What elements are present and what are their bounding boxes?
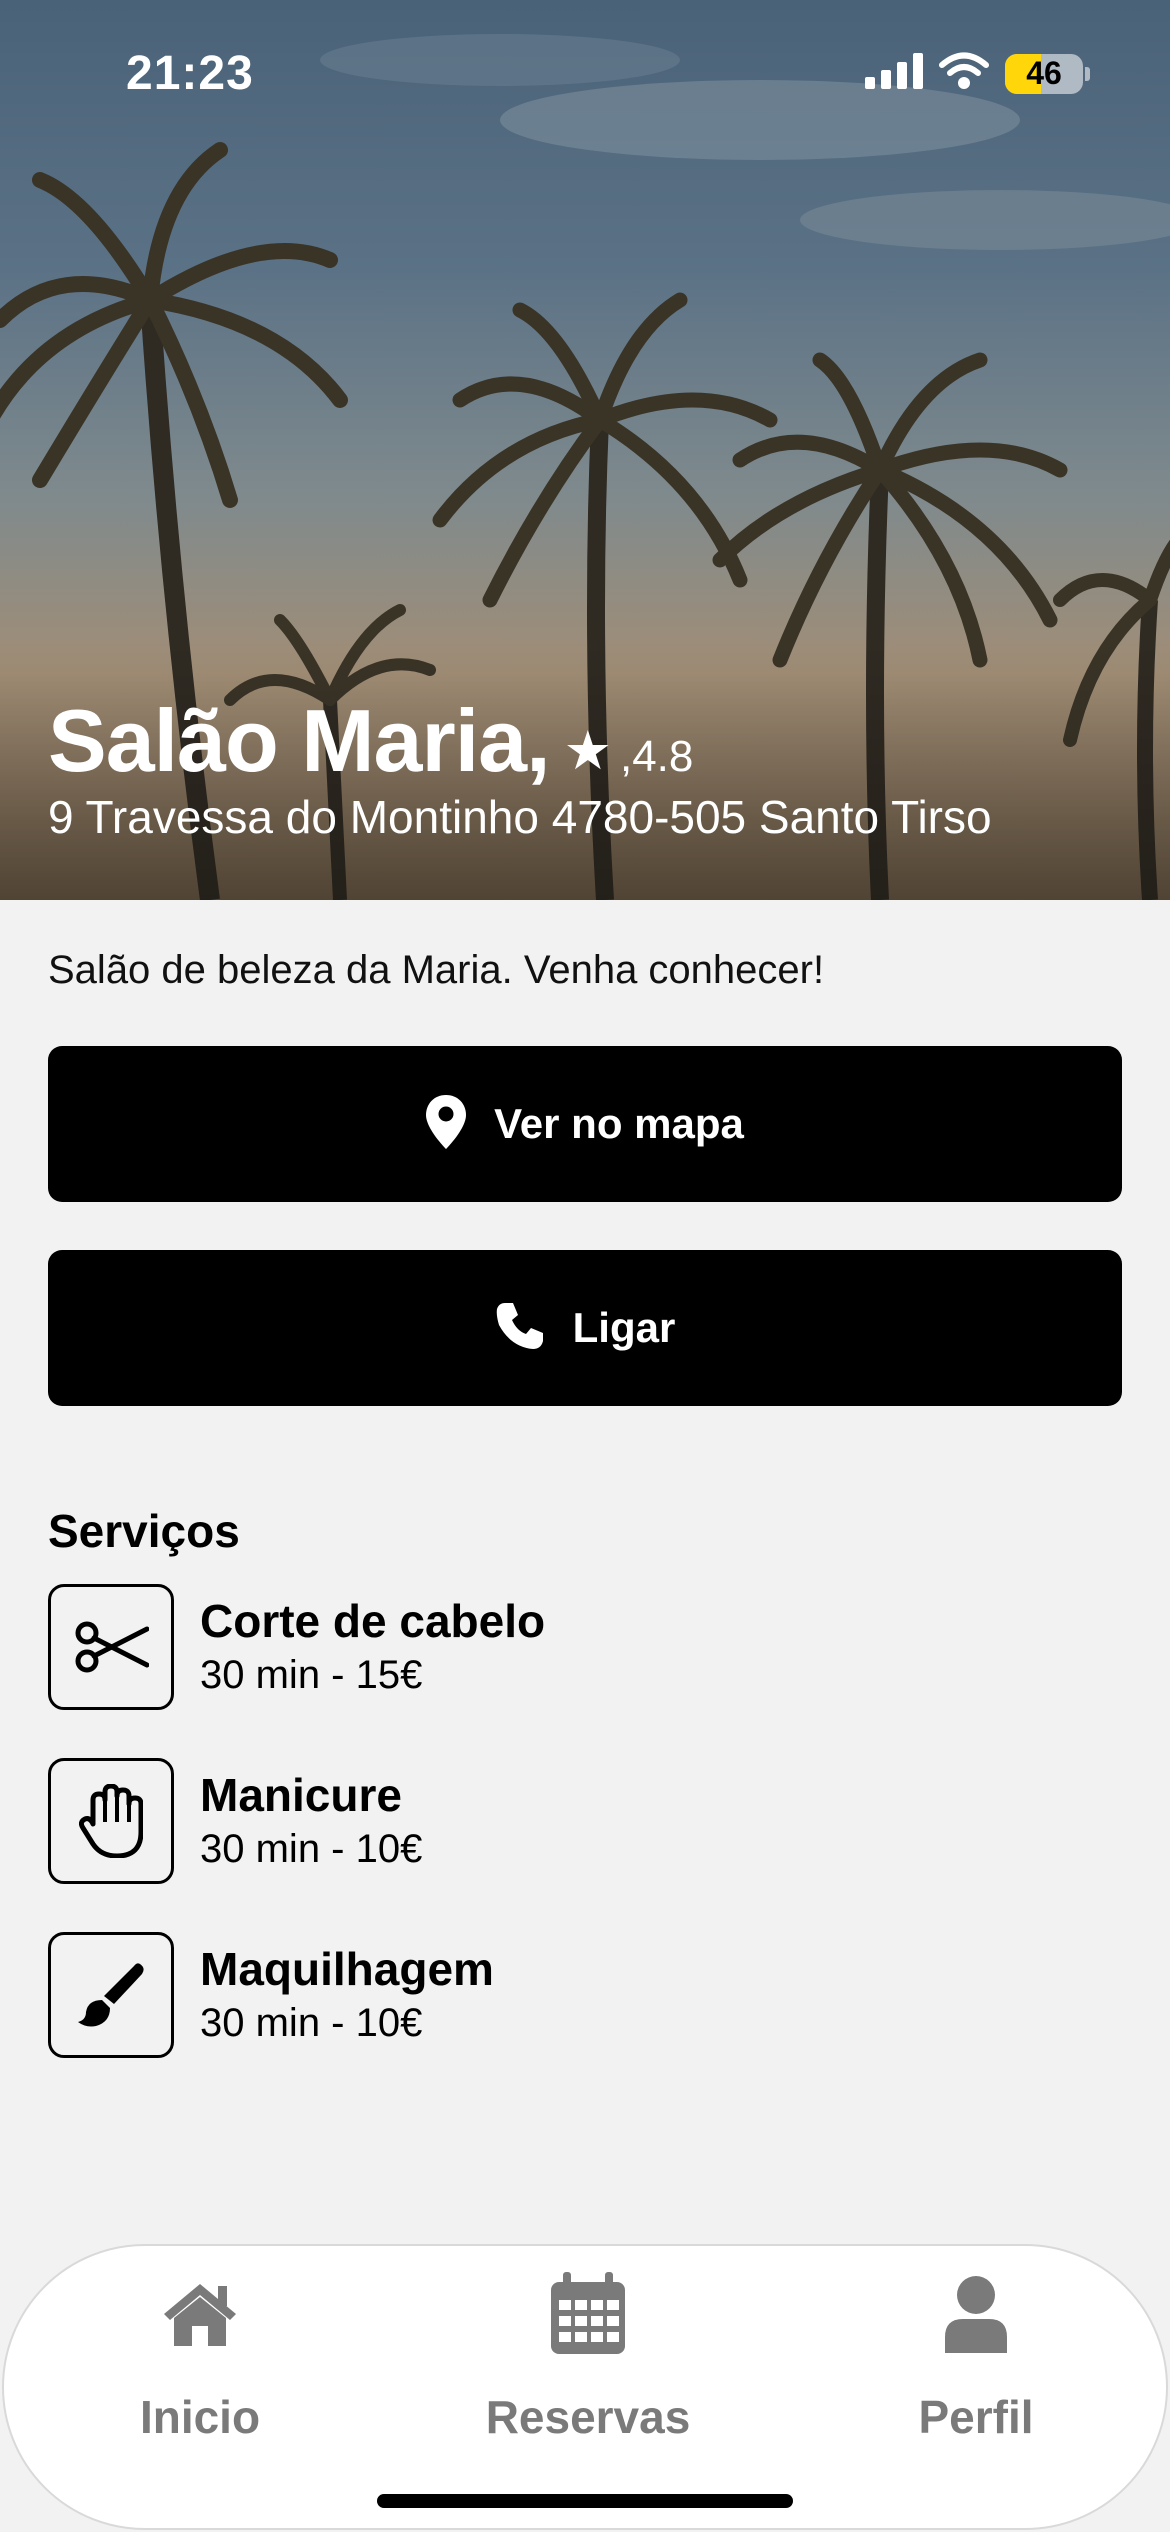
service-item[interactable]: Maquilhagem 30 min - 10€ — [48, 1932, 1122, 2058]
home-icon — [160, 2266, 240, 2362]
services-title: Serviços — [48, 1505, 240, 1557]
wifi-icon — [939, 52, 989, 95]
calendar-icon — [549, 2266, 627, 2362]
tab-profile-label: Perfil — [918, 2391, 1034, 2443]
service-name: Corte de cabelo — [200, 1595, 546, 1647]
tab-bookings-label: Reservas — [485, 2391, 691, 2443]
status-time: 21:23 — [126, 47, 254, 100]
star-icon: ★ — [563, 721, 612, 781]
salon-description: Salão de beleza da Maria. Venha conhecer… — [48, 948, 825, 992]
status-icons: 46 — [865, 52, 1090, 95]
tab-bookings[interactable]: Reservas — [438, 2266, 738, 2444]
service-item[interactable]: Corte de cabelo 30 min - 15€ — [48, 1584, 1122, 1710]
scissors-icon — [48, 1584, 174, 1710]
service-meta: 30 min - 10€ — [200, 1827, 423, 1871]
salon-detail-screen: 21:23 46 Salão Maria, ★ ,4.8 9 Travessa … — [0, 0, 1170, 2532]
service-meta: 30 min - 10€ — [200, 2001, 423, 2045]
tab-home[interactable]: Inicio — [50, 2266, 350, 2444]
service-text: Manicure 30 min - 10€ — [200, 1767, 422, 1875]
service-name: Maquilhagem — [200, 1943, 494, 1995]
battery-level: 46 — [1026, 55, 1062, 91]
salon-name: Salão Maria, — [48, 691, 551, 790]
tab-profile[interactable]: Perfil — [826, 2266, 1126, 2444]
battery-cap — [1085, 66, 1090, 81]
bottom-tab-bar: Inicio Reservas Perfil — [2, 2244, 1168, 2530]
brush-icon — [48, 1932, 174, 2058]
service-meta: 30 min - 15€ — [200, 1653, 423, 1697]
home-indicator[interactable] — [377, 2494, 793, 2508]
service-text: Maquilhagem 30 min - 10€ — [200, 1941, 494, 2049]
view-on-map-label: Ver no mapa — [494, 1100, 744, 1147]
call-label: Ligar — [572, 1304, 676, 1351]
status-bar: 21:23 46 — [0, 0, 1170, 150]
call-button[interactable]: Ligar — [48, 1250, 1122, 1406]
service-item[interactable]: Manicure 30 min - 10€ — [48, 1758, 1122, 1884]
battery-icon: 46 — [1005, 53, 1083, 94]
map-pin-icon — [426, 1094, 467, 1154]
signal-icon — [865, 53, 923, 94]
salon-address: 9 Travessa do Montinho 4780-505 Santo Ti… — [48, 791, 992, 843]
tab-home-label: Inicio — [139, 2391, 261, 2443]
service-text: Corte de cabelo 30 min - 15€ — [200, 1593, 545, 1701]
rating-value: ,4.8 — [619, 732, 694, 781]
service-name: Manicure — [200, 1769, 402, 1821]
view-on-map-button[interactable]: Ver no mapa — [48, 1046, 1122, 1202]
hand-icon — [48, 1758, 174, 1884]
salon-header: Salão Maria, ★ ,4.8 — [48, 690, 693, 792]
phone-icon — [495, 1301, 545, 1356]
user-icon — [943, 2266, 1009, 2362]
